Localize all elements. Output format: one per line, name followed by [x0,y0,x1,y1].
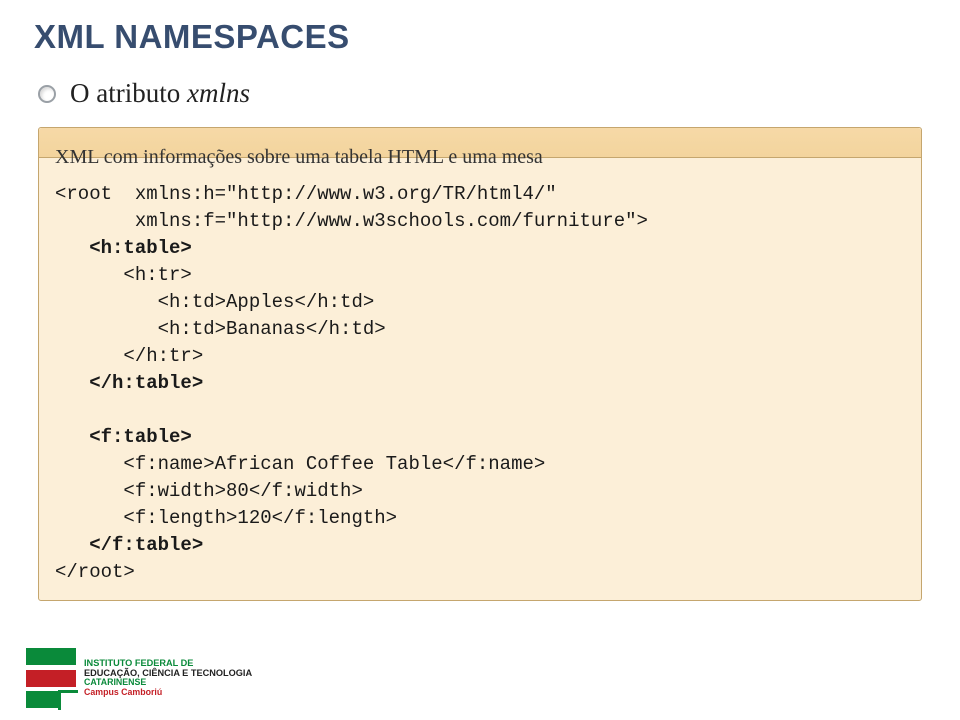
code-header-text: XML com informações sobre uma tabela HTM… [55,140,905,181]
footer-text: INSTITUTO FEDERAL DE EDUCAÇÃO, CIÊNCIA E… [84,658,252,698]
code-line: xmlns:f="http://www.w3schools.com/furnit… [55,210,648,232]
code-line [55,372,89,394]
logo-corner [58,690,78,710]
code-line [55,399,66,421]
code-bold: </f:table> [89,534,203,556]
code-line: </h:tr> [55,345,203,367]
code-line: <h:td>Bananas</h:td> [55,318,386,340]
code-line [55,426,89,448]
code-bold: <h:table> [89,237,192,259]
code-bold: </h:table> [89,372,203,394]
bullet-static: O atributo [70,78,187,108]
bullet-text: O atributo xmlns [70,78,250,109]
code-line: <h:tr> [55,264,192,286]
code-bold: <f:table> [89,426,192,448]
bullet-italic: xmlns [187,78,250,108]
bullet-item: O atributo xmlns [38,78,926,109]
title-prefix: XML N [34,18,139,55]
code-line: <h:td>Apples</h:td> [55,291,374,313]
code-example-box: XML com informações sobre uma tabela HTM… [38,127,922,601]
code-block: <root xmlns:h="http://www.w3.org/TR/html… [55,181,905,586]
code-line [55,534,89,556]
footer-logo: INSTITUTO FEDERAL DE EDUCAÇÃO, CIÊNCIA E… [26,648,252,708]
logo-band-red [26,670,76,687]
code-line: <f:name>African Coffee Table</f:name> [55,453,545,475]
title-rest: AMESPACES [139,18,350,55]
footer-line1: INSTITUTO FEDERAL DE [84,658,252,668]
logo-band-green [26,648,76,665]
footer-line4: Campus Camboriú [84,688,252,698]
code-line: <f:width>80</f:width> [55,480,363,502]
slide-title: XML NAMESPACES [34,18,926,56]
code-line: <f:length>120</f:length> [55,507,397,529]
code-line [55,237,89,259]
circle-bullet-icon [38,85,56,103]
code-line: </root> [55,561,135,583]
ifc-logo-icon [26,648,76,708]
code-line: <root xmlns:h="http://www.w3.org/TR/html… [55,183,557,205]
